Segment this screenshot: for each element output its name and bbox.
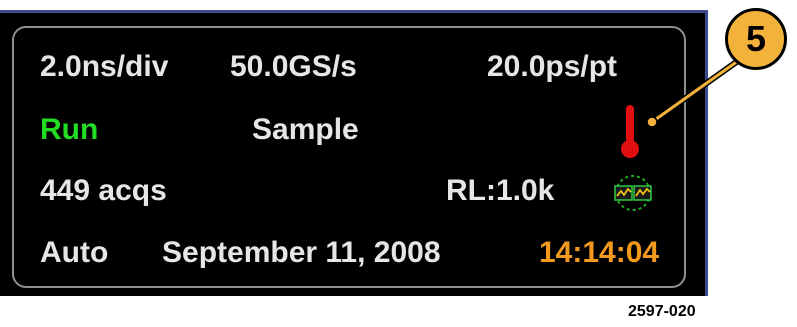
callout-number: 5 [725,8,787,70]
figure: 2.0ns/div 50.0GS/s 20.0ps/pt Run Sample … [0,0,797,327]
record-length: RL:1.0k [446,174,555,207]
time-readout: 14:14:04 [539,236,660,269]
acquisition-count: 449 acqs [40,174,167,207]
acquisition-status-panel: 2.0ns/div 50.0GS/s 20.0ps/pt Run Sample … [12,26,686,288]
time-per-point-readout: 20.0ps/pt [487,50,618,83]
callout-label: 5 [745,18,767,59]
run-state: Run [40,113,99,146]
sample-rate-readout: 50.0GS/s [230,50,357,83]
acquisition-status-icon [614,175,652,211]
acquisition-mode: Sample [252,113,359,146]
trigger-mode: Auto [40,236,109,269]
horizontal-scale-readout: 2.0ns/div [40,50,169,83]
date-readout: September 11, 2008 [162,236,441,269]
figure-number: 2597-020 [628,303,696,320]
thermometer-icon [621,105,639,158]
